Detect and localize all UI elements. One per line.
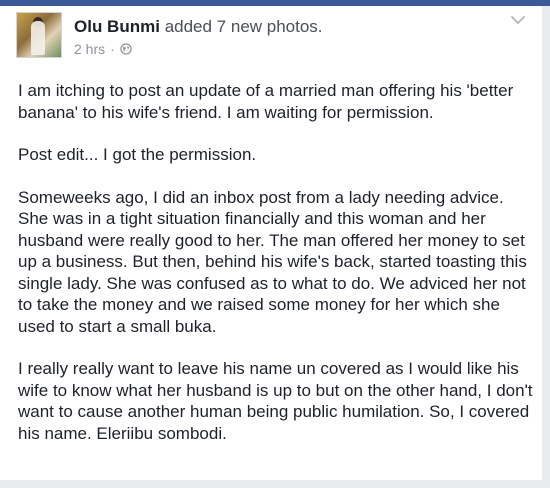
meta-separator: · <box>110 41 115 57</box>
post-paragraph: Someweeks ago, I did an inbox post from … <box>18 187 527 336</box>
feed-background-bottom <box>0 480 550 488</box>
post-body: I am itching to post an update of a marr… <box>18 80 538 465</box>
globe-icon[interactable] <box>120 43 132 55</box>
chevron-down-icon[interactable] <box>510 14 526 26</box>
post-header: Olu Bunmi added 7 new photos. <box>74 17 323 37</box>
avatar[interactable] <box>16 12 62 58</box>
post-paragraph: I am itching to post an update of a marr… <box>18 81 514 122</box>
post-paragraph: Post edit... I got the permission. <box>18 145 257 164</box>
post-meta: 2 hrs · <box>74 41 132 57</box>
feed-background <box>542 6 550 488</box>
author-name[interactable]: Olu Bunmi <box>74 17 160 36</box>
avatar-figure <box>31 21 45 55</box>
post-paragraph: I really really want to leave his name u… <box>18 359 533 443</box>
post-timestamp[interactable]: 2 hrs <box>74 41 105 57</box>
post-action: added 7 new photos. <box>164 17 323 36</box>
